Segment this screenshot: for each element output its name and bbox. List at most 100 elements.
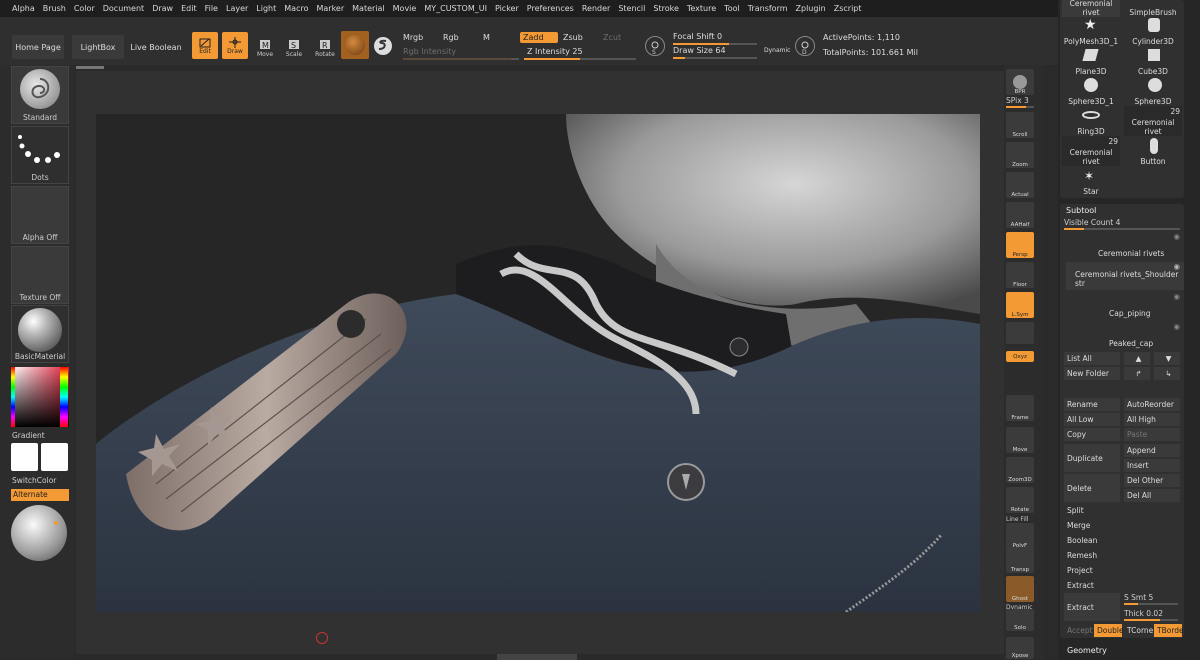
sphere-preview[interactable] — [11, 505, 67, 561]
subtool-item[interactable]: Peaked_cap ◉ — [1066, 322, 1184, 350]
menu-stencil[interactable]: Stencil — [614, 4, 649, 13]
rotate-tool-button[interactable]: R Rotate — [313, 32, 337, 58]
hue-strip[interactable] — [11, 367, 15, 427]
menu-material[interactable]: Material — [348, 4, 389, 13]
sculptris-icon[interactable] — [374, 37, 392, 55]
tool-cube3d[interactable]: Cube3D — [1124, 46, 1182, 76]
record-icon[interactable] — [316, 632, 328, 644]
bottom-tray-handle[interactable] — [497, 654, 577, 660]
tool-ceremonial-rivet-3[interactable]: 29 Ceremonial rivet — [1062, 136, 1120, 166]
append-button[interactable]: Append — [1124, 444, 1180, 457]
tool-polymesh3d[interactable]: ★ PolyMesh3D_1 — [1062, 16, 1120, 46]
extract-button[interactable]: Extract — [1064, 593, 1120, 621]
visible-count-slider[interactable]: Visible Count 4 — [1064, 218, 1120, 227]
actual-button[interactable]: Actual — [1006, 172, 1034, 198]
edit-button[interactable]: Edit — [192, 32, 218, 59]
stroke-selector[interactable]: Dots — [11, 126, 69, 184]
transp-button[interactable]: Transp — [1006, 547, 1034, 573]
material-selector[interactable]: BasicMaterial — [11, 305, 69, 363]
light-position-dot[interactable] — [54, 521, 58, 525]
subtool-item-selected[interactable]: Ceremonial rivets_Shoulder str ◉ — [1066, 262, 1184, 290]
menu-file[interactable]: File — [201, 4, 222, 13]
zadd-button[interactable]: Zadd — [520, 32, 558, 43]
mrgb-button[interactable]: Mrgb — [403, 33, 423, 42]
secondary-color-swatch[interactable] — [41, 443, 68, 471]
tcorne-toggle[interactable]: TCorne — [1124, 624, 1153, 637]
move-up-button[interactable]: ▲ — [1124, 352, 1150, 365]
tool-simplebrush[interactable]: SimpleBrush — [1124, 0, 1182, 17]
split-section[interactable]: Split — [1064, 504, 1180, 517]
arrow-up-icon[interactable]: ↱ — [1124, 367, 1150, 380]
list-all-button[interactable]: List All — [1064, 352, 1120, 365]
s-smt-slider[interactable]: S Smt 5 — [1124, 593, 1153, 602]
lsym-button[interactable]: L.Sym — [1006, 292, 1034, 318]
persp-button[interactable]: Persp — [1006, 232, 1034, 258]
boolean-section[interactable]: Boolean — [1064, 534, 1180, 547]
tool-sphere3d-1[interactable]: Sphere3D_1 — [1062, 76, 1120, 106]
new-folder-button[interactable]: New Folder — [1064, 367, 1120, 380]
menu-document[interactable]: Document — [99, 4, 148, 13]
subtool-visibility-icon[interactable]: ◉ — [1173, 262, 1180, 271]
rgb-button[interactable]: Rgb — [443, 33, 459, 42]
double-toggle[interactable]: Double — [1094, 624, 1124, 637]
canvas-scroll-indicator[interactable] — [76, 66, 104, 69]
geometry-section[interactable]: Geometry — [1067, 646, 1107, 655]
draw-button[interactable]: Draw — [222, 32, 248, 59]
zsub-button[interactable]: Zsub — [563, 33, 583, 42]
solo-button[interactable]: Solo — [1006, 609, 1034, 631]
lock-button[interactable] — [1006, 322, 1034, 344]
tool-sphere3d[interactable]: Sphere3D — [1124, 76, 1182, 106]
scale-tool-button[interactable]: S Scale — [282, 32, 306, 58]
remesh-section[interactable]: Remesh — [1064, 549, 1180, 562]
subtool-visibility-icon[interactable]: ◉ — [1173, 292, 1180, 301]
material-swatch[interactable] — [341, 31, 369, 59]
rotate-view-button[interactable]: Rotate — [1006, 487, 1034, 513]
duplicate-button[interactable]: Duplicate — [1064, 444, 1120, 472]
switch-color-button[interactable]: SwitchColor — [12, 476, 56, 485]
dynamic-toggle[interactable]: Dynamic — [764, 47, 790, 54]
menu-render[interactable]: Render — [578, 4, 614, 13]
subtool-visibility-icon[interactable]: ◉ — [1173, 322, 1180, 331]
document-canvas[interactable] — [96, 114, 980, 612]
draw-size-slider[interactable]: Draw Size 64 — [673, 46, 726, 55]
subtool-item[interactable]: Cap_piping ◉ — [1066, 292, 1184, 320]
project-section[interactable]: Project — [1064, 564, 1180, 577]
focal-shift-slider[interactable]: Focal Shift 0 — [673, 32, 722, 41]
subtool-title[interactable]: Subtool — [1066, 206, 1096, 215]
tool-star[interactable]: ✶ Star — [1062, 166, 1120, 196]
m-button[interactable]: M — [483, 33, 490, 42]
extract-section[interactable]: Extract — [1064, 579, 1180, 592]
gradient-label[interactable]: Gradient — [12, 431, 45, 440]
menu-stroke[interactable]: Stroke — [649, 4, 683, 13]
insert-button[interactable]: Insert — [1124, 459, 1180, 472]
tool-plane3d[interactable]: Plane3D — [1062, 46, 1120, 76]
move-down-button[interactable]: ▼ — [1154, 352, 1180, 365]
menu-transform[interactable]: Transform — [744, 4, 792, 13]
zoom-button[interactable]: Zoom — [1006, 142, 1034, 168]
menu-texture[interactable]: Texture — [683, 4, 720, 13]
menu-alpha[interactable]: Alpha — [8, 4, 39, 13]
zoom3d-button[interactable]: Zoom3D — [1006, 457, 1034, 483]
rgb-intensity-slider[interactable]: Rgb Intensity — [403, 47, 456, 56]
aahalf-button[interactable]: AAHalf — [1006, 202, 1034, 228]
tool-ring3d[interactable]: Ring3D — [1062, 106, 1120, 136]
frame-button[interactable]: Frame — [1006, 395, 1034, 421]
main-color-swatch[interactable] — [11, 443, 38, 471]
tool-button[interactable]: Button — [1124, 136, 1182, 166]
menu-color[interactable]: Color — [70, 4, 99, 13]
accept-button[interactable]: Accept — [1064, 624, 1093, 637]
del-all-button[interactable]: Del All — [1124, 489, 1180, 502]
z-intensity-slider[interactable]: Z Intensity 25 — [527, 47, 583, 56]
copy-button[interactable]: Copy — [1064, 428, 1120, 441]
bpr-button[interactable]: BPR — [1006, 69, 1034, 95]
menu-movie[interactable]: Movie — [389, 4, 421, 13]
menu-zplugin[interactable]: Zplugin — [792, 4, 830, 13]
alternate-button[interactable]: Alternate — [11, 489, 69, 501]
move-view-button[interactable]: Move — [1006, 427, 1034, 453]
alpha-selector[interactable]: Alpha Off — [11, 186, 69, 244]
tborde-toggle[interactable]: TBorde — [1154, 624, 1184, 637]
hue-slider[interactable] — [60, 367, 68, 427]
tool-ceremonial-rivet[interactable]: Ceremonial rivet — [1062, 0, 1120, 17]
live-boolean-button[interactable]: Live Boolean — [128, 35, 184, 59]
brush-mode-icon[interactable]: D — [795, 36, 815, 56]
